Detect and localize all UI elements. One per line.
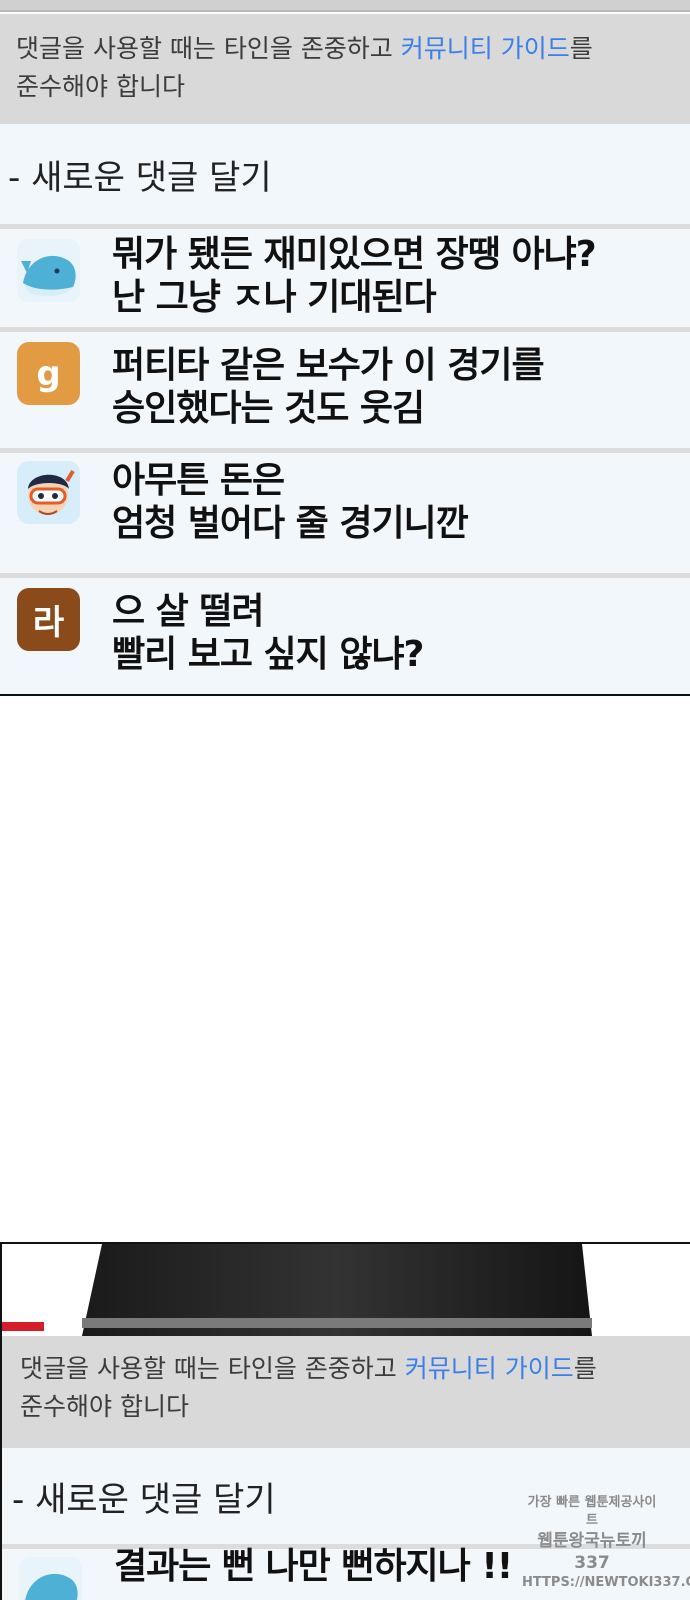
watermark-line3: HTTPS://NEWTOKI337.COM	[522, 1575, 690, 1590]
new-comment-button[interactable]: - 새로운 댓글 달기	[0, 124, 690, 224]
comment-item: 라 으 살 떨려 빨리 보고 싶지 않냐?	[0, 578, 690, 694]
community-notice: 댓글을 사용할 때는 타인을 존중하고 커뮤니티 가이드를 준수해야 합니다	[2, 1336, 690, 1448]
panel-top-strip	[0, 0, 690, 12]
letter-avatar-icon[interactable]: 라	[17, 588, 80, 651]
comment-text: 아무튼 돈은 엄청 벌어다 줄 경기니깐	[112, 460, 469, 544]
new-comment-label: - 새로운 댓글 달기	[12, 1479, 276, 1520]
comment-item: g 퍼티타 같은 보수가 이 경기를 승인했다는 것도 웃김	[0, 332, 690, 448]
watermark-line2: 웹툰왕국뉴토끼337	[537, 1531, 647, 1573]
comment-text: 퍼티타 같은 보수가 이 경기를 승인했다는 것도 웃김	[112, 345, 545, 429]
diver-avatar-icon[interactable]	[17, 461, 80, 524]
letter-avatar-icon[interactable]: g	[17, 342, 80, 405]
avatar-letter: 라	[32, 603, 65, 643]
whale-avatar-icon[interactable]	[17, 239, 80, 302]
notice-suffix: 를	[569, 34, 593, 63]
comment-panel-bottom: 댓글을 사용할 때는 타인을 존중하고 커뮤니티 가이드를 준수해야 합니다 -…	[0, 1242, 690, 1600]
comment-text: 으 살 떨려 빨리 보고 싶지 않냐?	[112, 591, 424, 675]
notice-line2: 준수해야 합니다	[16, 72, 185, 101]
comment-item: 아무튼 돈은 엄청 벌어다 줄 경기니깐	[0, 453, 690, 573]
community-guide-link[interactable]: 커뮤니티 가이드	[401, 34, 570, 63]
community-guide-link[interactable]: 커뮤니티 가이드	[405, 1354, 574, 1383]
avatar-letter: g	[36, 353, 61, 394]
comment-panel-top: 댓글을 사용할 때는 타인을 존중하고 커뮤니티 가이드를 준수해야 합니다 -…	[0, 0, 690, 696]
notice-suffix: 를	[573, 1354, 597, 1383]
dark-figure-image	[82, 1244, 592, 1336]
whale-avatar-icon[interactable]	[19, 1557, 82, 1600]
comment-item: 뭐가 됐든 재미있으면 장땡 아냐? 난 그냥 ㅈ나 기대된다	[0, 229, 690, 327]
notice-line2: 준수해야 합니다	[20, 1392, 189, 1421]
community-notice: 댓글을 사용할 때는 타인을 존중하고 커뮤니티 가이드를 준수해야 합니다	[0, 14, 690, 124]
watermark-line1: 가장 빠른 웹툰제공사이트	[527, 1495, 657, 1528]
red-accent-mark	[2, 1322, 44, 1331]
new-comment-label: - 새로운 댓글 달기	[8, 157, 272, 198]
comment-text: 뭐가 됐든 재미있으면 장땡 아냐? 난 그냥 ㅈ나 기대된다	[112, 234, 597, 318]
notice-text: 댓글을 사용할 때는 타인을 존중하고	[16, 34, 401, 63]
notice-text: 댓글을 사용할 때는 타인을 존중하고	[20, 1354, 405, 1383]
site-watermark: 가장 빠른 웹툰제공사이트 웹툰왕국뉴토끼337 HTTPS://NEWTOKI…	[522, 1494, 690, 1600]
